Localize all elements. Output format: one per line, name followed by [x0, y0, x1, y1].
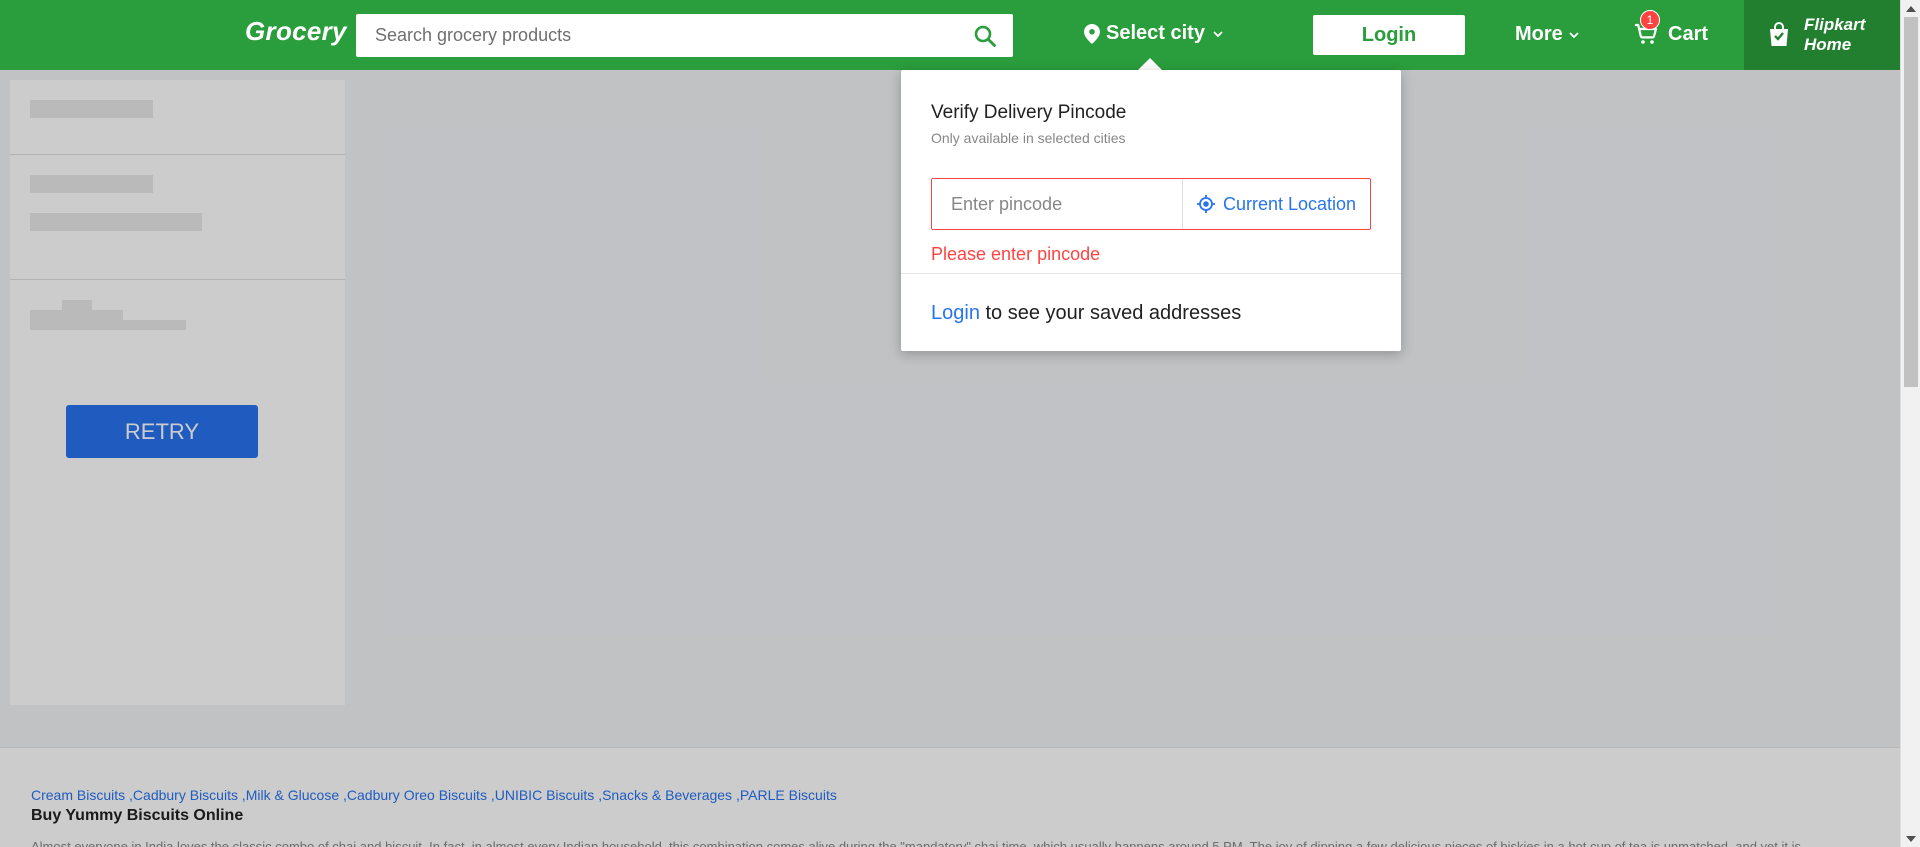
divider [901, 273, 1401, 274]
search-icon[interactable] [973, 24, 997, 48]
location-pin-icon [1084, 23, 1100, 44]
search-input[interactable] [356, 14, 956, 57]
flipkart-home-link[interactable]: Flipkart Home [1744, 0, 1900, 70]
more-dropdown[interactable]: More [1515, 23, 1581, 46]
login-button[interactable]: Login [1313, 15, 1465, 55]
crosshair-icon [1196, 195, 1215, 213]
saved-addresses-prompt: Login to see your saved addresses [931, 302, 1241, 325]
search-bar [356, 14, 1013, 57]
pincode-popup: Verify Delivery Pincode Only available i… [901, 70, 1401, 351]
chevron-down-icon [1213, 30, 1223, 37]
pincode-input[interactable] [932, 179, 1183, 229]
scroll-thumb[interactable] [1904, 17, 1918, 387]
scroll-up-arrow-icon[interactable] [1901, 0, 1920, 17]
popup-subtitle: Only available in selected cities [931, 130, 1126, 146]
select-city-dropdown[interactable]: Select city [1084, 22, 1225, 45]
more-label: More [1515, 23, 1563, 45]
flipkart-bag-icon [1770, 22, 1788, 46]
cart-label: Cart [1668, 22, 1709, 45]
chevron-down-icon [1569, 31, 1579, 38]
popup-login-link[interactable]: Login [931, 302, 980, 324]
page-scrollbar[interactable] [1900, 0, 1920, 847]
flipkart-home-label: Flipkart Home [1804, 15, 1866, 54]
pincode-error-text: Please enter pincode [931, 244, 1101, 264]
scroll-down-arrow-icon[interactable] [1901, 830, 1920, 847]
popup-login-suffix: to see your saved addresses [979, 302, 1242, 324]
select-city-label: Select city [1106, 22, 1205, 44]
pincode-field-group: Current Location [931, 178, 1371, 230]
cart-count-badge: 1 [1640, 10, 1660, 30]
popup-title: Verify Delivery Pincode [931, 102, 1127, 123]
top-header: Grocery Select city Login More Cart 1 [0, 0, 1900, 70]
current-location-button[interactable]: Current Location [1183, 179, 1370, 229]
current-location-label: Current Location [1222, 193, 1357, 214]
popup-arrow [1138, 58, 1162, 70]
grocery-logo[interactable]: Grocery [245, 16, 347, 47]
